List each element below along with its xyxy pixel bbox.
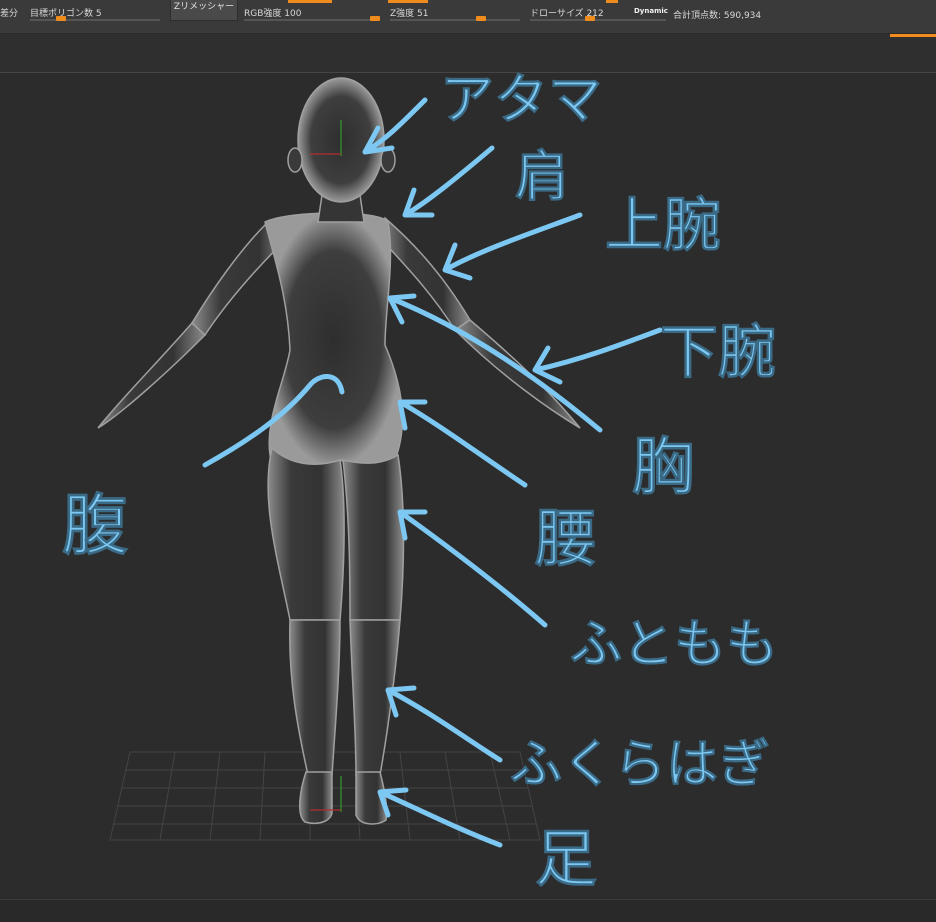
arrow-waist — [397, 399, 528, 488]
left-foot — [299, 771, 333, 824]
right-thigh — [342, 453, 405, 621]
arrow-forearm — [532, 327, 663, 385]
torso — [264, 212, 404, 468]
arrow-calf — [385, 685, 503, 763]
arrow-shoulder — [402, 145, 495, 218]
right-forearm — [453, 319, 581, 429]
arrow-foot — [377, 787, 503, 848]
arrow-thigh — [397, 509, 548, 628]
label-head: アタマ — [440, 68, 602, 131]
left-thigh — [267, 446, 345, 621]
label-chest: 胸 — [632, 430, 694, 503]
label-upper-arm: 上腕 — [605, 191, 721, 259]
annotation-labels: アタマ 肩 上腕 下腕 胸 腰 腹 ふともも ふくらはぎ 足 — [62, 68, 779, 896]
canvas-overlay: アタマ 肩 上腕 下腕 胸 腰 腹 ふともも ふくらはぎ 足 — [62, 68, 779, 896]
left-ear — [287, 147, 303, 173]
label-shoulder: 肩 — [515, 145, 569, 208]
label-forearm: 下腕 — [660, 318, 776, 386]
character-model[interactable] — [97, 77, 581, 825]
label-waist: 腰 — [535, 502, 597, 575]
arrow-upper-arm — [442, 212, 583, 281]
label-calf: ふくらはぎ — [510, 735, 770, 795]
left-forearm — [97, 321, 207, 429]
label-belly: 腹 — [62, 487, 129, 564]
label-foot: 足 — [535, 822, 597, 895]
label-thigh: ふともも — [570, 615, 778, 675]
